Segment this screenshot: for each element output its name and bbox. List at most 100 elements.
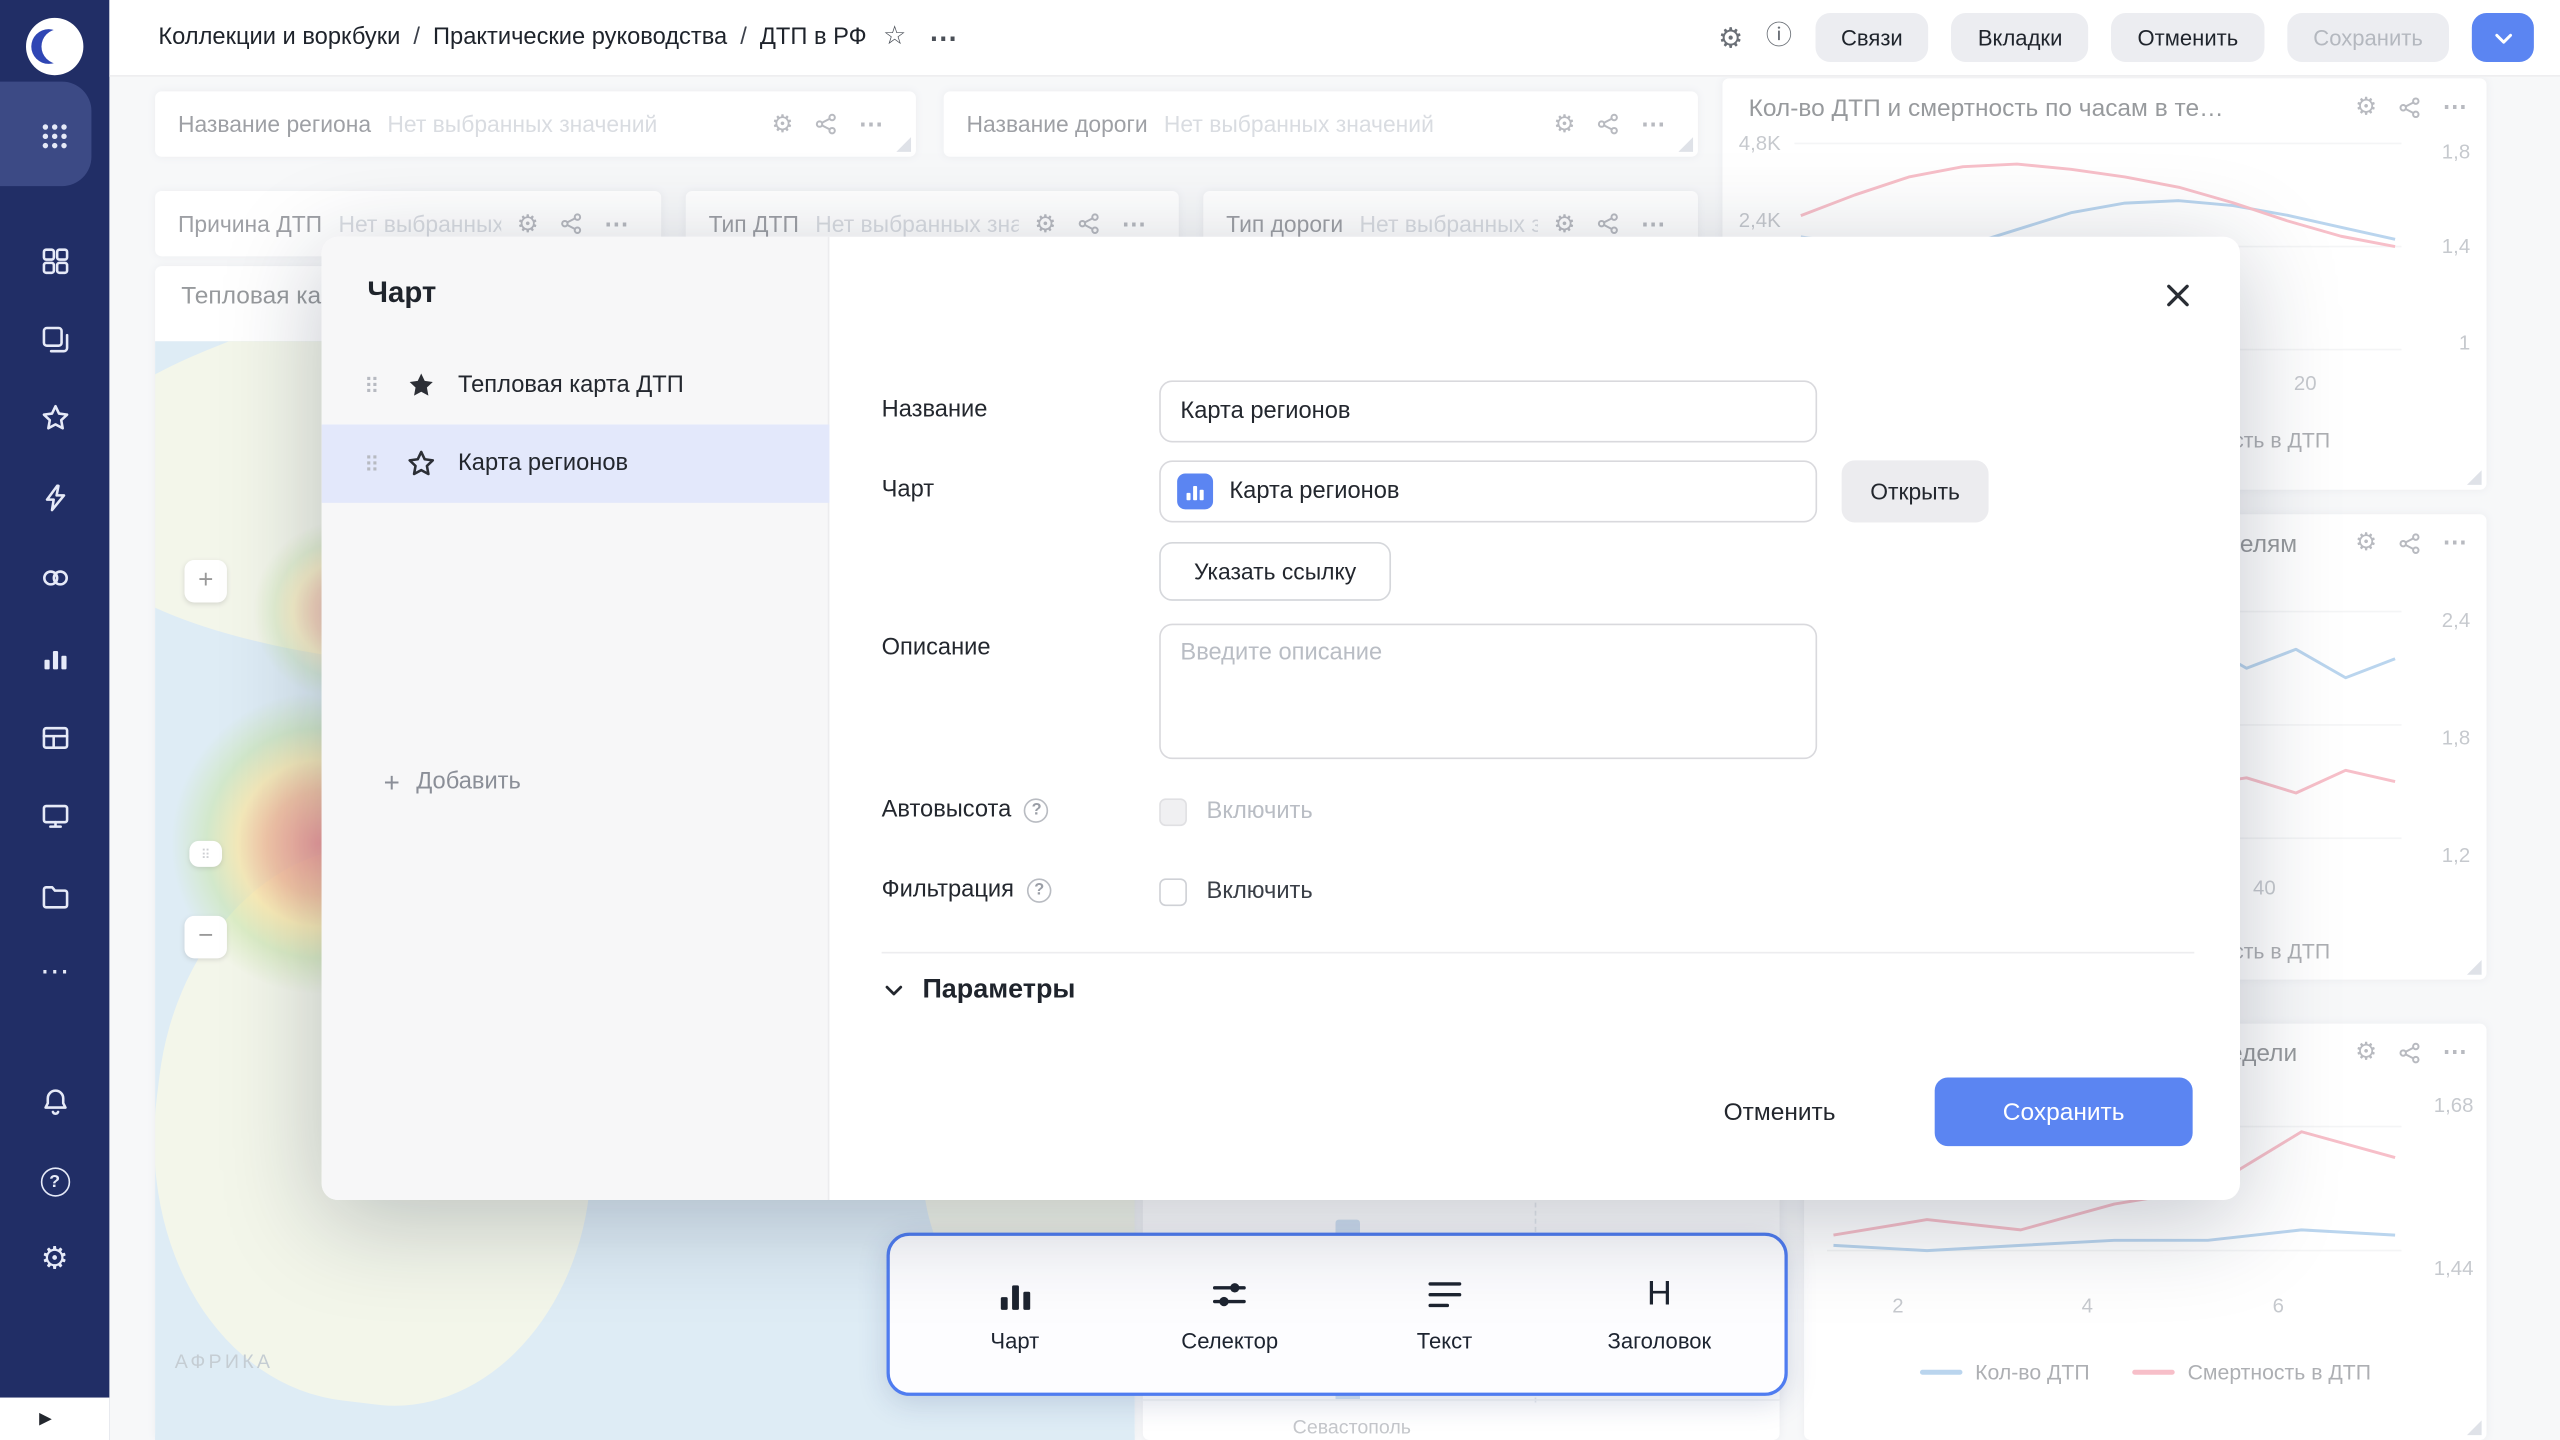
save-dropdown-button[interactable] <box>2472 13 2534 62</box>
filter-value[interactable]: Нет выбранных значений <box>815 211 1018 237</box>
charts-bar-icon[interactable] <box>0 643 109 672</box>
favorite-star-icon[interactable]: ☆ <box>883 24 906 50</box>
name-input[interactable] <box>1159 380 1817 442</box>
datasets-table-icon[interactable] <box>0 723 109 752</box>
question-icon[interactable]: ? <box>0 1167 109 1196</box>
description-textarea[interactable] <box>1159 624 1817 760</box>
gear-icon[interactable]: ⚙ <box>1554 211 1576 235</box>
set-link-button[interactable]: Указать ссылку <box>1159 542 1391 601</box>
gear-icon[interactable]: ⚙ <box>2355 95 2377 119</box>
gear-icon[interactable]: ⚙ <box>772 112 794 136</box>
label-text: Чарт <box>882 477 934 503</box>
autoheight-field-label: Автовысота ? <box>882 797 1049 823</box>
legend-item[interactable]: Кол-во ДТП <box>1920 1360 2090 1384</box>
more-icon[interactable]: ⋯ <box>859 112 883 136</box>
links-icon[interactable] <box>2398 531 2421 554</box>
more-icon[interactable]: ⋯ <box>604 211 628 235</box>
workbooks-icon[interactable] <box>0 325 109 354</box>
more-icon[interactable]: ⋯ <box>1122 211 1146 235</box>
widget-tab-regions[interactable]: ⠿ Карта регионов <box>322 424 830 502</box>
links-icon[interactable] <box>2398 96 2421 119</box>
breadcrumb-guides[interactable]: Практические руководства <box>433 24 727 50</box>
label-text: Фильтрация <box>882 877 1014 903</box>
settings-gear-icon[interactable]: ⚙ <box>0 1244 109 1275</box>
text-lines-icon <box>1425 1275 1464 1314</box>
chart-chip-icon <box>1177 473 1213 509</box>
dialog-cancel-button[interactable]: Отменить <box>1706 1078 1853 1147</box>
heading-icon: H <box>1647 1275 1672 1314</box>
gear-icon[interactable]: ⚙ <box>1034 211 1056 235</box>
more-icon[interactable]: ⋯ <box>1641 112 1665 136</box>
datalens-logo[interactable] <box>24 16 84 76</box>
favorites-star-icon[interactable] <box>0 403 109 432</box>
filter-value[interactable]: Нет выбранных значений <box>1164 111 1537 137</box>
chart-select-value: Карта регионов <box>1229 478 1399 504</box>
more-icon[interactable]: ⋯ <box>2442 1040 2466 1064</box>
map-zoom-in-button[interactable]: + <box>184 560 226 602</box>
gear-icon[interactable]: ⚙ <box>517 211 539 235</box>
links-icon[interactable] <box>2398 1041 2421 1064</box>
info-icon[interactable]: ⓘ <box>1766 24 1792 50</box>
breadcrumb-separator: / <box>413 24 420 50</box>
dialog-save-button[interactable]: Сохранить <box>1935 1078 2193 1147</box>
links-icon[interactable] <box>815 113 838 136</box>
toolbar-item-selector[interactable]: Селектор <box>1140 1275 1320 1353</box>
legend-item[interactable]: Смертность в ДТП <box>2132 1360 2371 1384</box>
more-icon[interactable]: ⋯ <box>1641 211 1665 235</box>
dashboards-monitor-icon[interactable] <box>0 802 109 831</box>
chart-legend: Кол-во ДТП Смертность в ДТП <box>1804 1360 2486 1384</box>
help-icon[interactable]: ? <box>1024 798 1048 822</box>
drag-handle-icon[interactable]: ⠿ <box>364 375 380 396</box>
apps-grid-icon[interactable] <box>0 121 109 152</box>
links-icon[interactable] <box>560 212 583 235</box>
filter-value[interactable]: Нет выбранных значений <box>1359 211 1537 237</box>
breadcrumb-current[interactable]: ДТП в РФ <box>760 24 867 50</box>
header-cancel-button[interactable]: Отменить <box>2111 13 2264 62</box>
links-icon[interactable] <box>1597 212 1620 235</box>
gear-icon[interactable]: ⚙ <box>2355 1040 2377 1064</box>
sidebar-more-icon[interactable]: ⋯ <box>0 957 109 986</box>
toolbar-item-text[interactable]: Текст <box>1355 1275 1535 1353</box>
toolbar-item-heading[interactable]: H Заголовок <box>1570 1275 1750 1353</box>
links-icon[interactable] <box>1597 113 1620 136</box>
plus-icon: + <box>384 768 400 796</box>
map-zoom-out-button[interactable]: − <box>184 916 226 958</box>
add-widget-button[interactable]: + Добавить <box>322 746 830 818</box>
files-folder-icon[interactable] <box>0 882 109 911</box>
gear-icon[interactable]: ⚙ <box>1554 112 1576 136</box>
filter-label: Название дороги <box>967 111 1148 137</box>
filter-value[interactable]: Нет выбранных значений <box>387 111 755 137</box>
tabs-button[interactable]: Вкладки <box>1952 13 2089 62</box>
toolbar-item-chart[interactable]: Чарт <box>925 1275 1105 1353</box>
filtering-checkbox[interactable] <box>1159 878 1187 906</box>
drag-handle-icon[interactable]: ⠿ <box>364 453 380 474</box>
filtering-field-label: Фильтрация ? <box>882 877 1052 903</box>
gear-icon[interactable]: ⚙ <box>2355 531 2377 555</box>
filtering-checkbox-label: Включить <box>1207 878 1313 904</box>
close-icon[interactable] <box>2162 279 2195 312</box>
widget-tab-heatmap[interactable]: ⠿ Тепловая карта ДТП <box>322 346 830 424</box>
breadcrumb-more-icon[interactable]: ⋯ <box>929 24 957 52</box>
parameters-section-toggle[interactable]: Параметры <box>882 975 1076 1006</box>
bell-icon[interactable] <box>0 1087 109 1116</box>
filter-value[interactable]: Нет выбранных значений <box>338 211 500 237</box>
help-icon[interactable]: ? <box>1027 878 1051 902</box>
sidebar-collapse[interactable]: ▶ <box>0 1398 109 1440</box>
lightning-icon[interactable] <box>0 483 109 512</box>
open-chart-button[interactable]: Открыть <box>1842 460 1989 522</box>
breadcrumb-collections[interactable]: Коллекции и воркбуки <box>158 24 400 50</box>
dashboard-grid-icon[interactable] <box>0 247 109 276</box>
dashboard-settings-gear-icon[interactable]: ⚙ <box>1718 24 1743 52</box>
map-layers-button[interactable]: ⠿ <box>189 841 222 867</box>
connections-rings-icon[interactable] <box>0 563 109 592</box>
chart-select-field[interactable]: Карта регионов <box>1159 460 1817 522</box>
app-window: ⋯ ? ⚙ ▶ Коллекции и воркбуки / Практичес… <box>0 0 2560 1440</box>
label-text: Описание <box>882 635 991 661</box>
more-icon[interactable]: ⋯ <box>2442 95 2466 119</box>
chart-title: Кол-во ДТП и смертность по часам в те… <box>1749 95 2224 123</box>
links-icon[interactable] <box>1078 212 1101 235</box>
more-icon[interactable]: ⋯ <box>2442 531 2466 555</box>
relations-button[interactable]: Связи <box>1815 13 1929 62</box>
question-glyph: ? <box>40 1167 69 1196</box>
filter-label: Название региона <box>178 111 371 137</box>
